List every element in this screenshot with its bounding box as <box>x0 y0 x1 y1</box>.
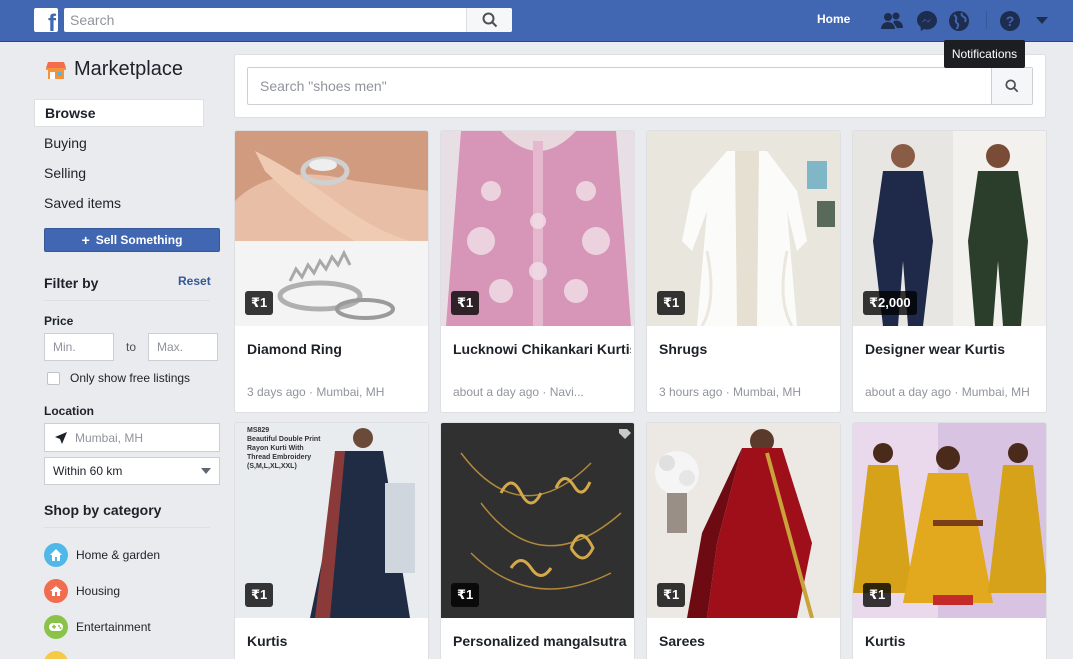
home-icon <box>44 543 68 567</box>
notifications-globe-icon[interactable] <box>947 9 971 33</box>
sell-something-button[interactable]: + Sell Something <box>44 228 220 252</box>
marketplace-search-card <box>234 54 1046 118</box>
listing-meta: 3 hours ago · Mumbai, MH <box>659 385 802 399</box>
listing-price: ₹1 <box>657 291 686 315</box>
listing-caption-code: MS829 <box>247 427 269 434</box>
nav-label: Browse <box>45 105 96 121</box>
search-icon <box>1005 79 1019 93</box>
price-to-label: to <box>126 340 137 354</box>
listing-title[interactable]: Personalized mangalsutra <box>453 633 631 649</box>
listing-card[interactable]: ₹2,000 Designer wear Kurtis about a day … <box>852 130 1047 413</box>
location-input[interactable]: Mumbai, MH <box>44 423 220 452</box>
game-controller-icon <box>44 615 68 639</box>
global-search-input[interactable] <box>64 8 466 32</box>
location-label: Location <box>44 404 94 418</box>
listing-card[interactable]: ₹1 Sarees <box>646 422 841 659</box>
help-icon[interactable]: ? <box>998 9 1022 33</box>
category-label: Home & garden <box>76 548 161 562</box>
listing-caption-line: (S,M,L,XL,XXL) <box>247 463 297 470</box>
filter-by-heading: Filter by <box>44 275 99 291</box>
listing-caption-line: Rayon Kurti With <box>247 445 304 452</box>
svg-text:?: ? <box>1006 13 1015 29</box>
housing-icon <box>44 579 68 603</box>
location-placeholder: Mumbai, MH <box>75 430 144 445</box>
listing-title[interactable]: Diamond Ring <box>247 341 425 357</box>
category-more[interactable] <box>44 651 76 659</box>
sell-something-label: Sell Something <box>95 233 183 247</box>
radius-value: Within 60 km <box>53 464 123 478</box>
category-label: Housing <box>76 584 121 598</box>
listing-title[interactable]: Shrugs <box>659 341 837 357</box>
listing-price: ₹1 <box>451 291 480 315</box>
free-listings-checkbox[interactable] <box>47 372 60 385</box>
nav-buying[interactable]: Buying <box>34 129 204 157</box>
listing-meta: 3 days ago · Mumbai, MH <box>247 385 385 399</box>
listing-card[interactable]: ₹1 Diamond Ring 3 days ago · Mumbai, MH <box>234 130 429 413</box>
listing-title[interactable]: Kurtis <box>247 633 425 649</box>
reset-filters-link[interactable]: Reset <box>178 274 211 288</box>
listing-card[interactable]: ₹1 Lucknowi Chikankari Kurtis about a da… <box>440 130 635 413</box>
messenger-icon[interactable] <box>915 9 939 33</box>
nav-browse[interactable]: Browse <box>34 99 204 127</box>
listing-price: ₹1 <box>451 583 480 607</box>
listing-card[interactable]: ₹1 Shrugs 3 hours ago · Mumbai, MH <box>646 130 841 413</box>
facebook-logo-icon[interactable]: f <box>34 8 58 32</box>
price-min-input[interactable] <box>44 333 114 361</box>
nav-saved-items[interactable]: Saved items <box>34 189 204 217</box>
listing-title[interactable]: Kurtis <box>865 633 1043 649</box>
top-bar-divider <box>986 11 987 29</box>
listing-title[interactable]: Sarees <box>659 633 837 649</box>
listing-price: ₹1 <box>245 583 274 607</box>
search-icon <box>482 12 497 28</box>
category-label: Entertainment <box>76 620 151 634</box>
marketplace-search-button[interactable] <box>991 68 1032 104</box>
listing-title[interactable]: Lucknowi Chikankari Kurtis <box>453 341 631 357</box>
category-icon <box>44 651 68 659</box>
marketplace-store-icon <box>46 61 66 79</box>
listing-meta: about a day ago · Navi... <box>453 385 584 399</box>
global-search <box>64 8 512 32</box>
listing-caption-line: Beautiful Double Print <box>247 436 321 443</box>
listing-price: ₹1 <box>863 583 892 607</box>
filter-divider <box>44 300 210 301</box>
category-divider <box>44 527 210 528</box>
global-search-button[interactable] <box>466 8 512 32</box>
home-link[interactable]: Home <box>817 12 850 26</box>
friend-requests-icon[interactable] <box>880 9 904 33</box>
listing-card[interactable]: ₹1 Kurtis <box>852 422 1047 659</box>
category-entertainment[interactable]: Entertainment <box>44 615 151 639</box>
price-label: Price <box>44 314 74 328</box>
location-arrow-icon <box>55 431 67 444</box>
marketplace-search <box>247 67 1033 105</box>
nav-label: Buying <box>44 135 87 151</box>
category-housing[interactable]: Housing <box>44 579 120 603</box>
marketplace-search-input[interactable] <box>248 68 991 104</box>
free-listings-label[interactable]: Only show free listings <box>70 371 190 385</box>
nav-label: Saved items <box>44 195 122 211</box>
listing-price: ₹1 <box>245 291 274 315</box>
top-bar: f Home ? <box>0 0 1073 42</box>
listing-price: ₹2,000 <box>863 291 917 315</box>
nav-label: Selling <box>44 165 87 181</box>
listing-title[interactable]: Designer wear Kurtis <box>865 341 1043 357</box>
plus-icon: + <box>81 232 90 248</box>
marketplace-title[interactable]: Marketplace <box>46 58 183 81</box>
marketplace-title-label: Marketplace <box>74 58 183 80</box>
account-menu-chevron-down-icon[interactable] <box>1030 9 1054 33</box>
listing-card[interactable]: MS829 Beautiful Double Print Rayon Kurti… <box>234 422 429 659</box>
listing-caption-line: Thread Embroidery <box>247 454 311 461</box>
nav-selling[interactable]: Selling <box>34 159 204 187</box>
price-max-input[interactable] <box>148 333 218 361</box>
radius-select[interactable]: Within 60 km <box>44 457 220 485</box>
listing-price: ₹1 <box>657 583 686 607</box>
listing-card[interactable]: ₹1 Personalized mangalsutra <box>440 422 635 659</box>
notifications-tooltip: Notifications <box>944 40 1025 68</box>
listing-meta: about a day ago · Mumbai, MH <box>865 385 1030 399</box>
category-home-garden[interactable]: Home & garden <box>44 543 160 567</box>
shop-by-category-heading: Shop by category <box>44 502 162 518</box>
chevron-down-icon <box>201 468 211 474</box>
